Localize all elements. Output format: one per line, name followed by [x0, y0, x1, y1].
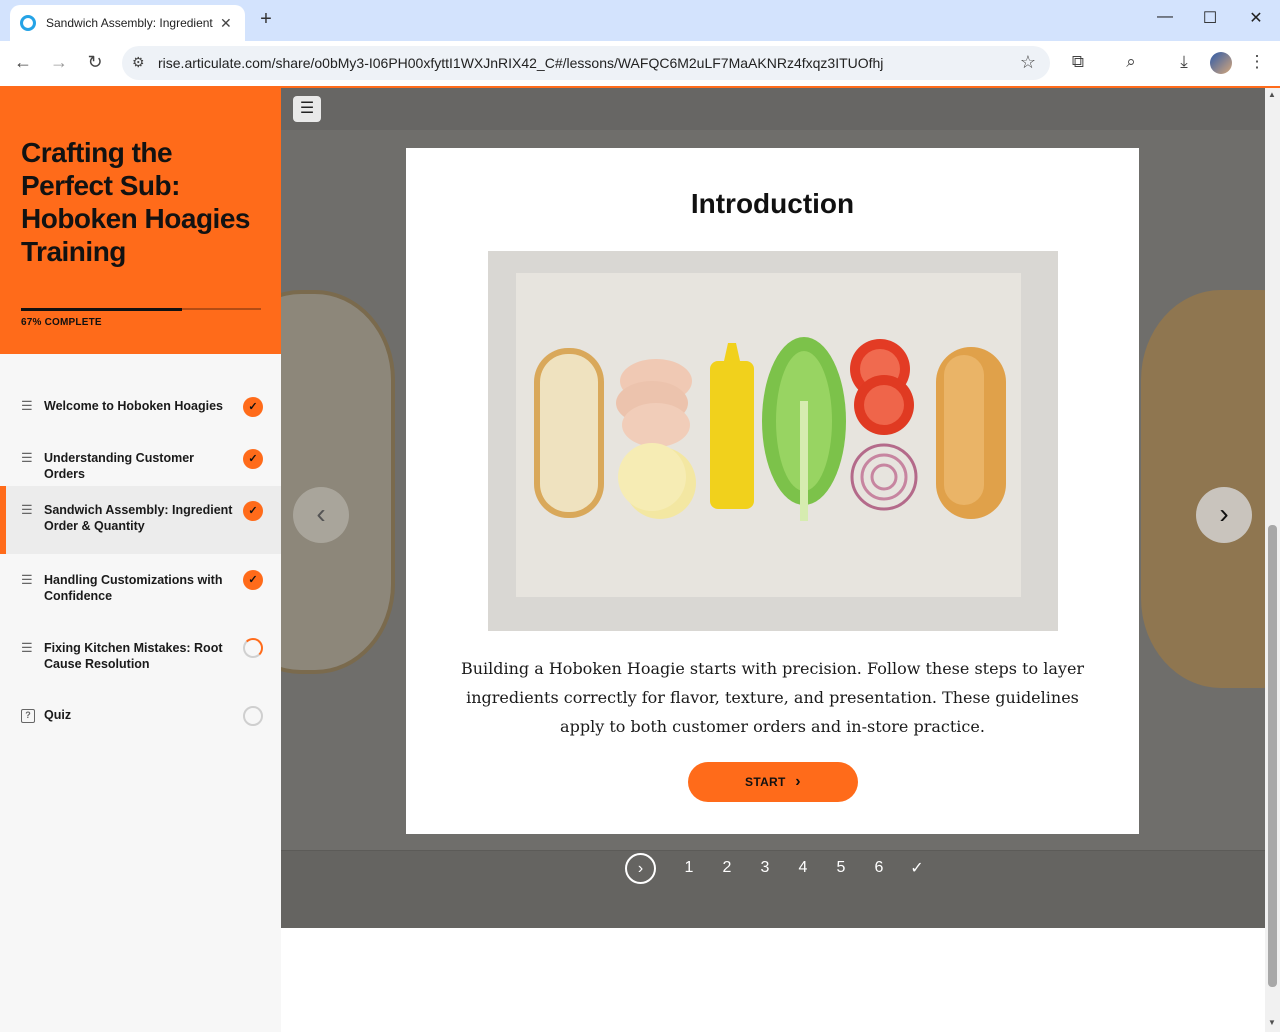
- scroll-thumb[interactable]: [1268, 525, 1277, 987]
- lesson-label: Quiz: [44, 708, 72, 722]
- pager-page-5[interactable]: 5: [822, 859, 860, 877]
- sidebar-item-kitchen-mistakes[interactable]: ☰ Fixing Kitchen Mistakes: Root Cause Re…: [0, 630, 281, 682]
- sidebar-header: Crafting the Perfect Sub: Hoboken Hoagie…: [0, 88, 281, 354]
- complete-check-icon: ✓: [243, 449, 263, 469]
- ingredients-illustration: [534, 337, 1006, 521]
- sidebar-item-quiz[interactable]: ? Quiz: [0, 700, 281, 736]
- lesson-lines-icon: ☰: [21, 502, 33, 517]
- progress-label: 67% COMPLETE: [21, 317, 102, 328]
- browser-tab-strip: Sandwich Assembly: Ingredient ✕ + — ☐ ✕: [0, 0, 1280, 41]
- lesson-label: Fixing Kitchen Mistakes: Root Cause Reso…: [44, 641, 223, 671]
- pager-page-2[interactable]: 2: [708, 859, 746, 877]
- complete-check-icon: ✓: [243, 501, 263, 521]
- next-slide-button[interactable]: ›: [1196, 487, 1252, 543]
- not-started-ring-icon: [243, 706, 263, 726]
- course-sidebar: Crafting the Perfect Sub: Hoboken Hoagie…: [0, 88, 281, 1032]
- course-title: Crafting the Perfect Sub: Hoboken Hoagie…: [21, 137, 250, 267]
- complete-check-icon: ✓: [243, 570, 263, 590]
- back-button[interactable]: ←: [11, 52, 35, 73]
- browser-tab[interactable]: Sandwich Assembly: Ingredient ✕: [10, 5, 245, 41]
- complete-check-icon: ✓: [243, 397, 263, 417]
- start-button-label: START: [745, 775, 786, 789]
- sidebar-item-welcome[interactable]: ☰ Welcome to Hoboken Hoagies ✓: [0, 386, 281, 426]
- stage-top-band: [281, 88, 1265, 130]
- more-menu-icon[interactable]: ⋮: [1245, 52, 1269, 72]
- previous-slide-button[interactable]: ‹: [293, 487, 349, 543]
- close-tab-icon[interactable]: ✕: [220, 15, 232, 32]
- progress-fill: [21, 308, 182, 311]
- scroll-up-icon[interactable]: ▲: [1268, 90, 1276, 99]
- pager-complete-check-icon[interactable]: ✓: [898, 858, 936, 878]
- lesson-label: Welcome to Hoboken Hoagies: [44, 399, 223, 413]
- background-bread-left: [281, 290, 395, 674]
- new-tab-button[interactable]: +: [256, 8, 276, 31]
- pager-next-button[interactable]: ›: [625, 852, 656, 884]
- pager-page-4[interactable]: 4: [784, 859, 822, 877]
- mustard-bottle-icon: [710, 361, 754, 509]
- lesson-content: ☰ ‹ › Introduction Building a Hoboken Ho…: [281, 88, 1265, 1032]
- forward-button[interactable]: →: [47, 52, 71, 73]
- lesson-lines-icon: ☰: [21, 450, 33, 465]
- lesson-label: Sandwich Assembly: Ingredient Order & Qu…: [44, 503, 233, 533]
- in-progress-ring-icon: [243, 638, 263, 658]
- slide-body-text: Building a Hoboken Hoagie starts with pr…: [460, 659, 1085, 736]
- reload-button[interactable]: ↻: [83, 52, 107, 73]
- maximize-button[interactable]: ☐: [1195, 8, 1225, 28]
- slide-card: Introduction Building a Hoboken Hoagie s…: [406, 148, 1139, 834]
- tab-title: Sandwich Assembly: Ingredient: [46, 16, 213, 30]
- lesson-lines-icon: ☰: [21, 572, 33, 587]
- progress-bar: [21, 308, 261, 311]
- download-icon[interactable]: ⤓: [1172, 52, 1196, 72]
- menu-toggle-button[interactable]: ☰: [293, 96, 321, 122]
- sidebar-item-customizations[interactable]: ☰ Handling Customizations with Confidenc…: [0, 562, 281, 614]
- extensions-icon[interactable]: ⧉: [1066, 52, 1090, 72]
- window-close-button[interactable]: ✕: [1241, 8, 1271, 28]
- search-tab-icon[interactable]: ⌕: [1119, 52, 1143, 72]
- lesson-lines-icon: ☰: [21, 398, 33, 413]
- start-button[interactable]: START ›: [688, 762, 858, 802]
- bookmark-star-icon[interactable]: ☆: [1020, 52, 1036, 73]
- site-info-icon[interactable]: ⚙: [132, 54, 145, 71]
- browser-toolbar: ← → ↻ ⚙ rise.articulate.com/share/o0bMy3…: [0, 41, 1280, 87]
- ingredients-photo: [488, 251, 1058, 631]
- page-scrollbar[interactable]: ▲ ▼: [1265, 88, 1280, 1032]
- lesson-label: Handling Customizations with Confidence: [44, 573, 223, 603]
- lesson-label: Understanding Customer Orders: [44, 451, 195, 481]
- pager-page-6[interactable]: 6: [860, 859, 898, 877]
- minimize-button[interactable]: —: [1150, 8, 1180, 26]
- url-text[interactable]: rise.articulate.com/share/o0bMy3-I06PH00…: [158, 55, 883, 71]
- site-favicon-icon: [20, 15, 36, 31]
- pager-page-1[interactable]: 1: [670, 859, 708, 877]
- pager-page-3[interactable]: 3: [746, 859, 784, 877]
- scroll-down-icon[interactable]: ▼: [1268, 1018, 1276, 1027]
- background-bread-right: [1141, 290, 1265, 688]
- slide-pager: › 1 2 3 4 5 6 ✓: [625, 852, 936, 884]
- lesson-lines-icon: ☰: [21, 640, 33, 655]
- sidebar-item-customer-orders[interactable]: ☰ Understanding Customer Orders ✓: [0, 438, 281, 481]
- address-bar[interactable]: ⚙ rise.articulate.com/share/o0bMy3-I06PH…: [122, 46, 1050, 80]
- profile-avatar[interactable]: [1210, 52, 1232, 74]
- lesson-stage: ☰ ‹ › Introduction Building a Hoboken Ho…: [281, 88, 1265, 928]
- quiz-question-icon: ?: [21, 709, 35, 723]
- slide-title: Introduction: [690, 188, 855, 219]
- chevron-right-icon: ›: [795, 773, 801, 790]
- sidebar-item-sandwich-assembly[interactable]: ☰ Sandwich Assembly: Ingredient Order & …: [0, 486, 281, 554]
